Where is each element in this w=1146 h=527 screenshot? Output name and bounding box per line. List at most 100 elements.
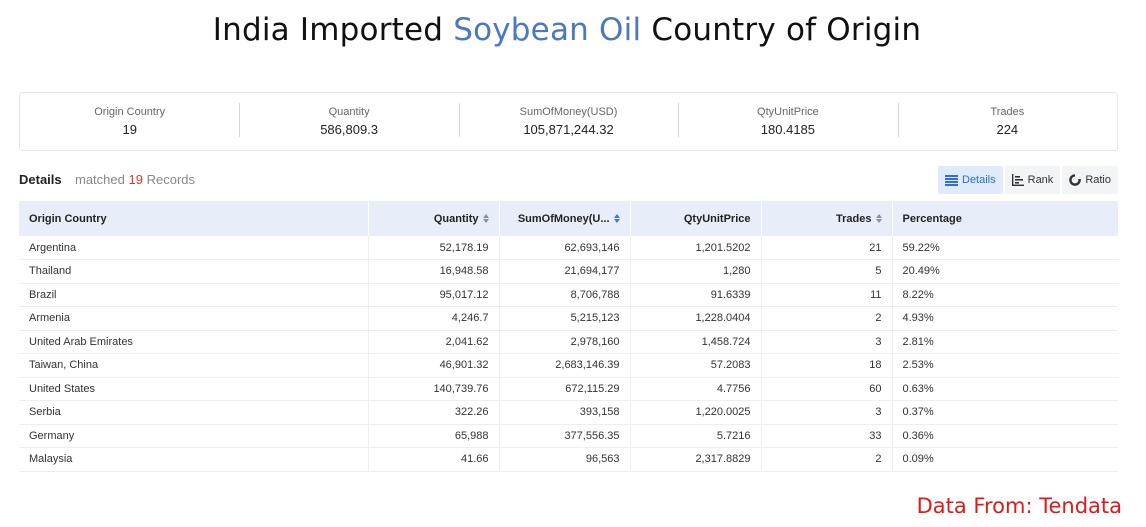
cell-trades: 33 [761,424,893,448]
cell-trades: 11 [761,283,893,307]
title-prefix: India Imported [212,12,454,48]
cell-trades: 18 [761,353,893,378]
cell-qty-unit-price: 1,220.0025 [630,400,762,425]
cell-sum-of-money: 8,706,788 [499,283,631,307]
details-bar: Details matched 19 Records Details Rank … [19,166,1118,194]
cell-quantity: 41.66 [368,447,500,472]
cell-quantity: 52,178.19 [368,236,500,260]
page-title: India Imported Soybean Oil Country of Or… [0,12,1134,48]
rank-view-label: Rank [1027,174,1054,186]
cell-origin-country: Thailand [19,259,369,284]
table-row: Germany 65,988 377,556.35 5.7216 33 0.36% [19,424,1118,448]
cell-origin-country: Brazil [19,283,369,307]
cell-origin-country: United Arab Emirates [19,330,369,354]
cell-quantity: 65,988 [368,424,500,448]
cell-quantity: 140,739.76 [368,377,500,401]
cell-qty-unit-price: 2,317.8829 [630,447,762,472]
col-percentage: Percentage [892,201,1118,236]
cell-origin-country: United States [19,377,369,401]
cell-qty-unit-price: 5.7216 [630,424,762,448]
cell-quantity: 2,041.62 [368,330,500,354]
cell-sum-of-money: 377,556.35 [499,424,631,448]
summary-label: Origin Country [94,106,166,118]
cell-percentage: 2.53% [892,353,1118,378]
summary-value: 224 [996,122,1019,137]
title-suffix: Country of Origin [641,12,922,48]
matched-records: matched 19 Records [75,172,195,187]
view-switcher: Details Rank Ratio [936,166,1118,194]
cell-trades: 2 [761,447,893,472]
col-origin-country: Origin Country [19,201,369,236]
sort-icon[interactable] [482,214,489,224]
summary-label: QtyUnitPrice [757,106,819,118]
cell-percentage: 20.49% [892,259,1118,284]
cell-quantity: 16,948.58 [368,259,500,284]
summary-origin-country: Origin Country 19 [20,93,239,150]
summary-trades: Trades 224 [897,93,1117,150]
summary-label: Trades [990,106,1025,118]
cell-origin-country: Argentina [19,236,369,260]
col-quantity[interactable]: Quantity [368,201,500,236]
col-qty-unit-price: QtyUnitPrice [630,201,762,236]
details-view-button[interactable]: Details [938,166,1003,194]
cell-trades: 3 [761,330,893,354]
cell-origin-country: Armenia [19,306,369,331]
table-row: Taiwan, China 46,901.32 2,683,146.39 57.208… [19,353,1118,378]
matched-count: 19 [128,172,143,187]
list-icon [945,174,958,186]
cell-sum-of-money: 2,978,160 [499,330,631,354]
sort-icon[interactable] [613,214,620,224]
table-row: Brazil 95,017.12 8,706,788 91.6339 11 8.22% [19,283,1118,307]
cell-percentage: 0.09% [892,447,1118,472]
cell-qty-unit-price: 4.7756 [630,377,762,401]
summary-sum-of-money: SumOfMoney(USD) 105,871,244.32 [458,93,678,150]
cell-trades: 5 [761,259,893,284]
col-sum-of-money-label: SumOfMoney(U... [517,212,610,225]
sort-icon[interactable] [875,214,882,224]
col-trades-label: Trades [836,212,872,225]
cell-origin-country: Serbia [19,400,369,425]
cell-percentage: 59.22% [892,236,1118,260]
summary-value: 19 [122,122,137,137]
ratio-view-button[interactable]: Ratio [1062,166,1118,194]
table-row: Thailand 16,948.58 21,694,177 1,280 5 20.49% [19,259,1118,284]
cell-sum-of-money: 96,563 [499,447,631,472]
cell-percentage: 2.81% [892,330,1118,354]
col-trades[interactable]: Trades [761,201,893,236]
summary-label: SumOfMoney(USD) [519,106,618,118]
table-row: Armenia 4,246.7 5,215,123 1,228.0404 2 4.93% [19,306,1118,331]
cell-origin-country: Germany [19,424,369,448]
summary-value: 586,809.3 [320,122,379,137]
table-row: United States 140,739.76 672,115.29 4.7756 6… [19,377,1118,401]
cell-qty-unit-price: 91.6339 [630,283,762,307]
summary-label: Quantity [328,106,370,118]
summary-qty-unit-price: QtyUnitPrice 180.4185 [678,93,897,150]
summary-value: 180.4185 [760,122,816,137]
cell-quantity: 46,901.32 [368,353,500,378]
table-row: Malaysia 41.66 96,563 2,317.8829 2 0.09% [19,447,1118,472]
cell-trades: 21 [761,236,893,260]
table-row: Argentina 52,178.19 62,693,146 1,201.5202 21… [19,236,1118,260]
cell-sum-of-money: 62,693,146 [499,236,631,260]
details-heading: Details [19,172,62,187]
bar-chart-icon [1011,174,1024,186]
col-quantity-label: Quantity [433,212,479,225]
cell-qty-unit-price: 1,201.5202 [630,236,762,260]
cell-origin-country: Taiwan, China [19,353,369,378]
rank-view-button[interactable]: Rank [1004,166,1061,194]
cell-percentage: 0.37% [892,400,1118,425]
cell-sum-of-money: 2,683,146.39 [499,353,631,378]
cell-percentage: 0.63% [892,377,1118,401]
cell-trades: 3 [761,400,893,425]
cell-sum-of-money: 672,115.29 [499,377,631,401]
summary-quantity: Quantity 586,809.3 [239,93,458,150]
cell-qty-unit-price: 1,280 [630,259,762,284]
cell-quantity: 322.26 [368,400,500,425]
origin-country-table: Origin Country Quantity SumOfMoney(U... … [19,201,1118,472]
summary-panel: Origin Country 19 Quantity 586,809.3 Sum… [19,92,1118,151]
col-sum-of-money[interactable]: SumOfMoney(U... [499,201,631,236]
cell-sum-of-money: 21,694,177 [499,259,631,284]
table-row: United Arab Emirates 2,041.62 2,978,160 1,4… [19,330,1118,354]
cell-trades: 60 [761,377,893,401]
title-highlight: Soybean Oil [453,12,642,48]
